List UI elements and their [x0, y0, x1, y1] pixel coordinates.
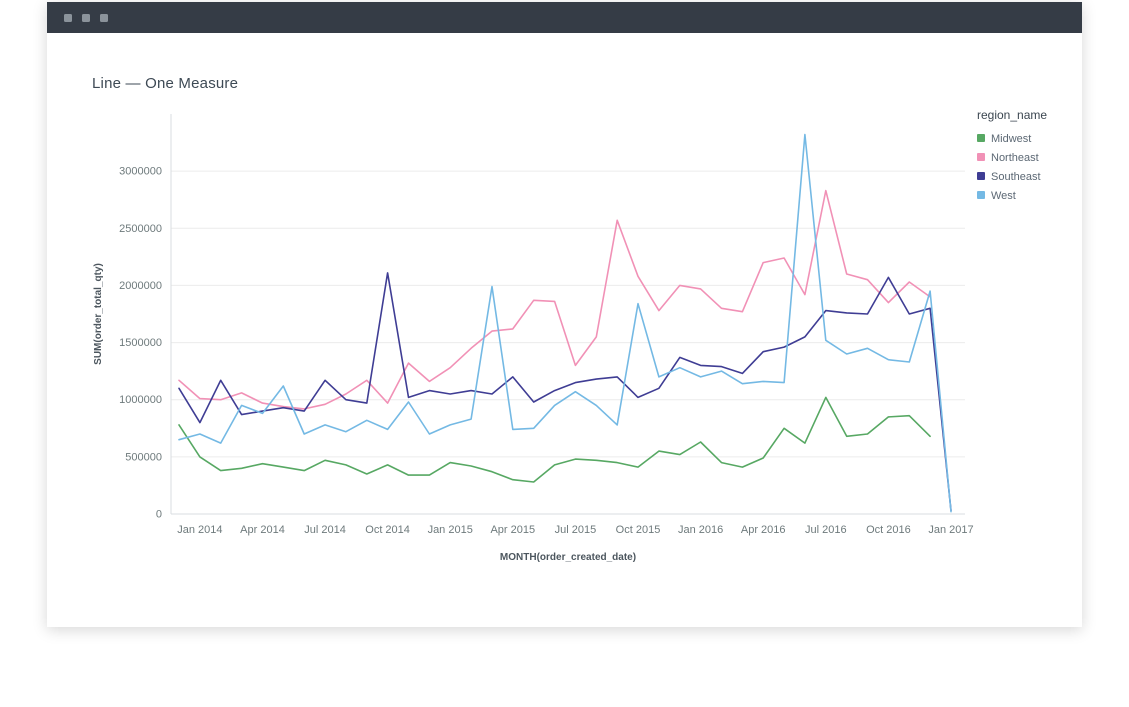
chart-panel: Line — One Measure 0 500000 1000000 1500000…: [47, 33, 1082, 627]
svg-text:Jan 2014: Jan 2014: [177, 524, 222, 536]
window-control-icon[interactable]: [100, 14, 108, 22]
svg-text:Jan 2017: Jan 2017: [928, 524, 973, 536]
svg-text:MONTH(order_created_date): MONTH(order_created_date): [500, 552, 636, 563]
window-control-icon[interactable]: [82, 14, 90, 22]
legend-item[interactable]: Northeast: [977, 152, 1082, 164]
app-window: Line — One Measure 0 500000 1000000 1500000…: [47, 2, 1082, 627]
svg-text:500000: 500000: [125, 451, 162, 463]
svg-text:Jul 2016: Jul 2016: [805, 524, 847, 536]
legend-item[interactable]: Southeast: [977, 171, 1082, 183]
legend-swatch: [977, 191, 985, 199]
svg-text:SUM(order_total_qty): SUM(order_total_qty): [93, 263, 104, 365]
svg-text:1000000: 1000000: [119, 394, 162, 406]
svg-text:0: 0: [156, 509, 162, 521]
svg-text:3000000: 3000000: [119, 166, 162, 178]
legend-item[interactable]: West: [977, 190, 1082, 202]
legend: region_name Midwest Northeast Southeast …: [977, 98, 1082, 209]
window-titlebar: [47, 2, 1082, 33]
svg-text:Oct 2016: Oct 2016: [866, 524, 911, 536]
svg-text:1500000: 1500000: [119, 337, 162, 349]
svg-text:Apr 2016: Apr 2016: [741, 524, 786, 536]
chart-title: Line — One Measure: [92, 75, 1082, 92]
svg-text:2000000: 2000000: [119, 280, 162, 292]
svg-text:Apr 2014: Apr 2014: [240, 524, 285, 536]
legend-swatch: [977, 172, 985, 180]
legend-swatch: [977, 134, 985, 142]
legend-label: Southeast: [991, 171, 1041, 183]
legend-label: Midwest: [991, 133, 1031, 145]
legend-label: Northeast: [991, 152, 1039, 164]
window-control-icon[interactable]: [64, 14, 72, 22]
svg-text:Oct 2014: Oct 2014: [365, 524, 410, 536]
svg-text:Jan 2015: Jan 2015: [428, 524, 473, 536]
svg-text:Jan 2016: Jan 2016: [678, 524, 723, 536]
legend-label: West: [991, 190, 1016, 202]
line-chart[interactable]: 0 500000 1000000 1500000 2000000 2500000 30000…: [87, 98, 977, 568]
svg-text:Apr 2015: Apr 2015: [490, 524, 535, 536]
legend-title: region_name: [977, 108, 1082, 122]
chart-row: 0 500000 1000000 1500000 2000000 2500000 30000…: [47, 98, 1082, 568]
svg-text:Jul 2015: Jul 2015: [555, 524, 597, 536]
svg-text:Oct 2015: Oct 2015: [616, 524, 661, 536]
legend-swatch: [977, 153, 985, 161]
svg-text:2500000: 2500000: [119, 223, 162, 235]
svg-text:Jul 2014: Jul 2014: [304, 524, 346, 536]
legend-item[interactable]: Midwest: [977, 133, 1082, 145]
